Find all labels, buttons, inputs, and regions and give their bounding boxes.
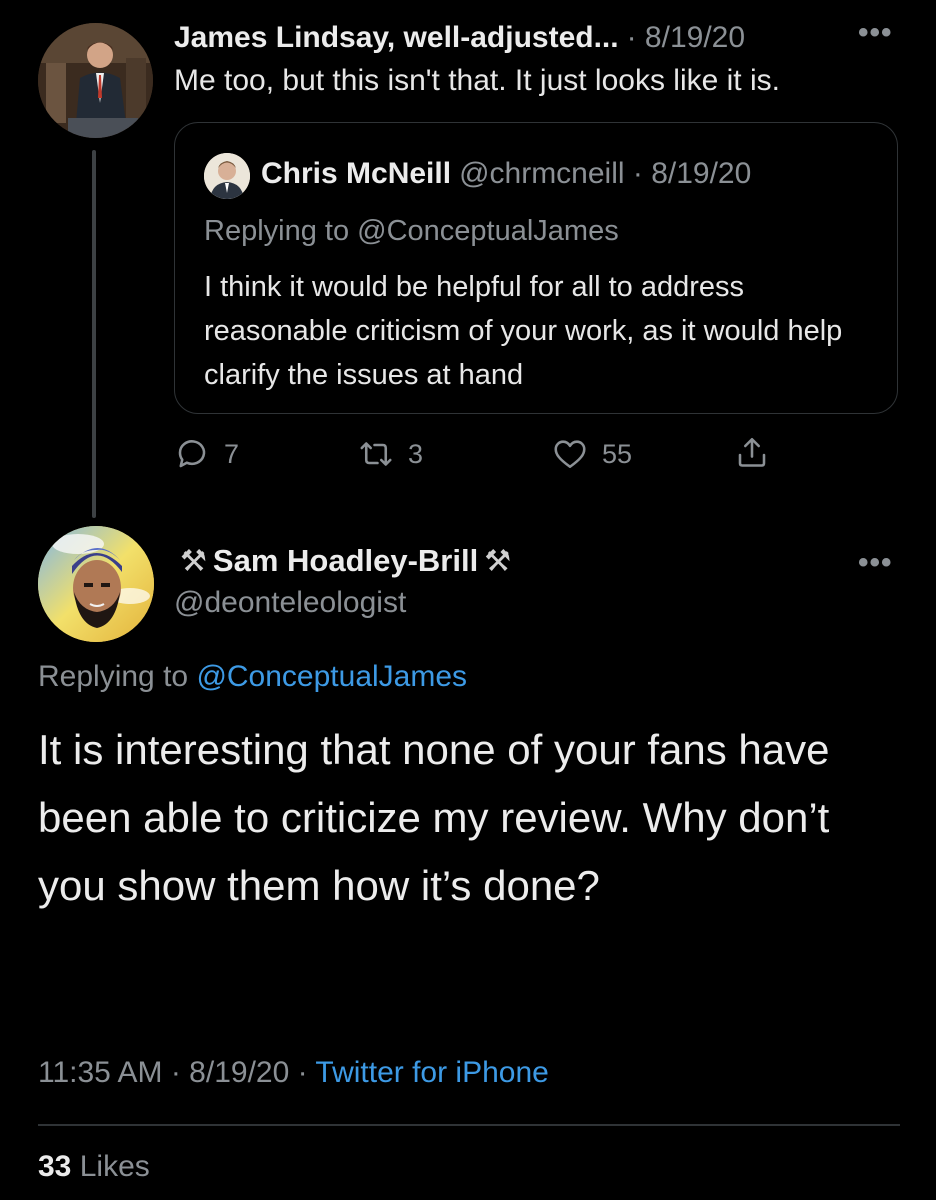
tweet-date[interactable]: · 8/19/20 [627,21,745,54]
more-options-icon[interactable]: ••• [858,546,893,580]
reply-icon [178,440,206,468]
tweet-timestamp: 11:35 AM · 8/19/20 · Twitter for iPhone [38,1056,549,1090]
main-author-handle[interactable]: @deonteleologist [174,586,406,620]
main-author-name[interactable]: Sam Hoadley-Brill [213,543,478,579]
sam-hoadley-brill-avatar[interactable] [38,526,154,642]
quoted-replying-to: Replying to @ConceptualJames [204,215,619,247]
main-author-name-row: ⚒ Sam Hoadley-Brill ⚒ [174,543,517,579]
tweet-actions: 7 3 55 [174,432,874,482]
quoted-tweet-text: I think it would be helpful for all to a… [204,271,843,391]
author-name[interactable]: James Lindsay, well-adjusted... [174,21,619,54]
hammer-pick-icon: ⚒ [484,544,512,578]
share-icon [738,437,766,467]
time-date[interactable]: 11:35 AM · 8/19/20 · [38,1056,308,1089]
main-tweet-text: It is interesting that none of your fans… [38,726,830,909]
likes-label: Likes [79,1150,150,1183]
share-button[interactable] [734,434,770,470]
main-replying-to: Replying to @ConceptualJames [38,660,467,694]
divider [38,1124,900,1126]
hammer-pick-icon: ⚒ [180,544,207,578]
replying-handle-link[interactable]: @ConceptualJames [196,660,467,693]
reply-button[interactable]: 7 [174,436,239,472]
quoted-tweet-header: Chris McNeill @chrmcneill · 8/19/20 [261,157,751,191]
like-count: 55 [602,438,633,469]
likes-count: 33 [38,1150,72,1183]
chris-mcneill-avatar [204,153,250,199]
retweet-icon [360,442,392,466]
quoted-author-name: Chris McNeill [261,157,452,190]
like-button[interactable]: 55 [552,436,632,472]
james-lindsay-avatar[interactable] [38,23,153,138]
quoted-tweet-card[interactable]: Chris McNeill @chrmcneill · 8/19/20 Reply… [174,122,898,414]
likes-summary[interactable]: 33 Likes [38,1150,150,1184]
tweet-text: Me too, but this isn't that. It just loo… [174,64,780,97]
retweet-button[interactable]: 3 [358,436,423,472]
replying-prefix: Replying to [38,660,189,693]
quoted-handle-date: @chrmcneill · 8/19/20 [459,157,752,190]
thread-line [92,150,96,518]
reply-context-header: James Lindsay, well-adjusted... · 8/19/20 [174,21,914,61]
heart-icon [554,440,586,469]
retweet-count: 3 [408,438,424,469]
tweet-source-link[interactable]: Twitter for iPhone [315,1056,548,1089]
reply-count: 7 [224,438,240,469]
more-options-icon[interactable]: ••• [858,16,893,50]
